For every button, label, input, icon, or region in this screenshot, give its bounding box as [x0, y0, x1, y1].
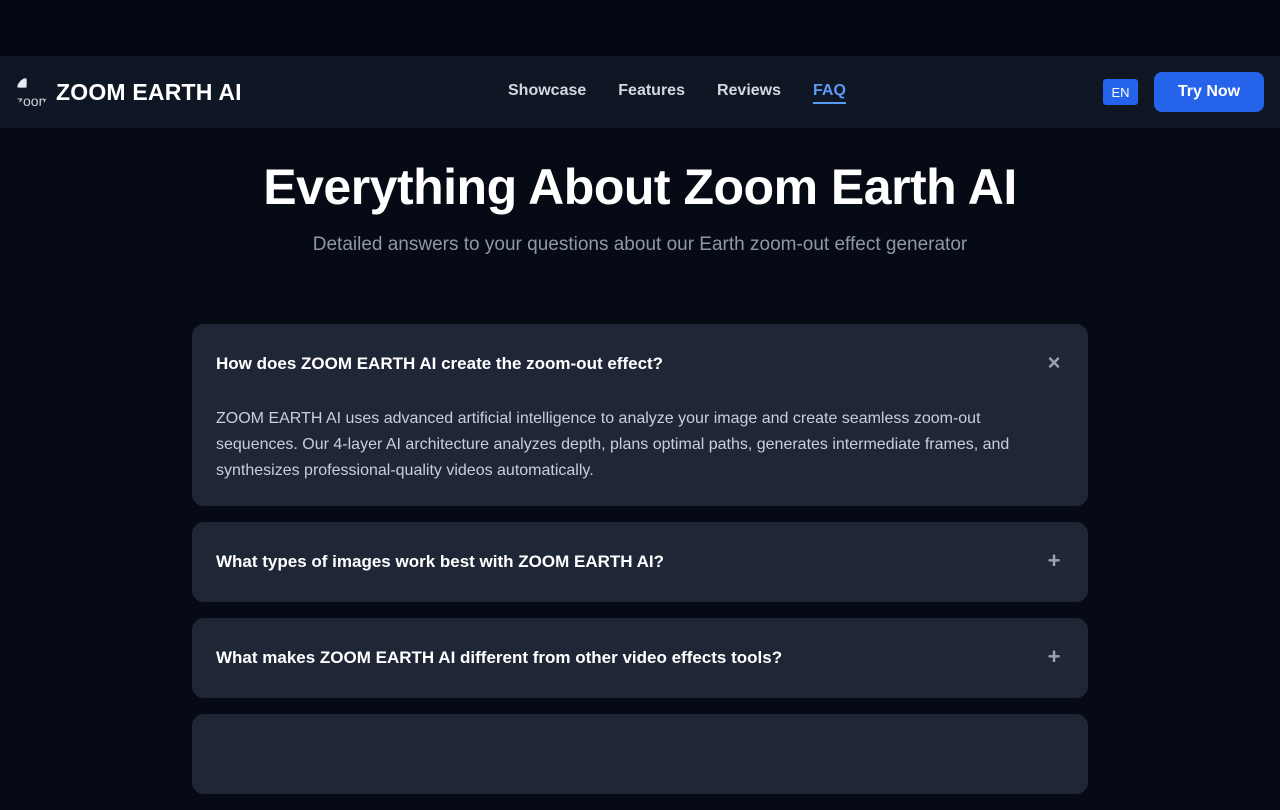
nav-link-showcase[interactable]: Showcase: [508, 82, 586, 102]
plus-icon[interactable]: +: [1046, 550, 1062, 572]
logo-image: zoom: [16, 76, 48, 108]
close-icon[interactable]: ×: [1046, 352, 1062, 374]
faq-answer: ZOOM EARTH AI uses advanced artificial i…: [216, 410, 1010, 479]
faq-item[interactable]: How does ZOOM EARTH AI create the zoom-o…: [192, 324, 1088, 506]
faq-item-partial[interactable]: [192, 714, 1088, 794]
brand-name: ZOOM EARTH AI: [56, 78, 242, 105]
faq-question[interactable]: What types of images work best with ZOOM…: [216, 552, 664, 572]
nav-link-reviews[interactable]: Reviews: [717, 82, 781, 102]
plus-icon[interactable]: +: [1046, 646, 1062, 668]
nav-links: Showcase Features Reviews FAQ: [508, 56, 878, 128]
page-subtitle: Detailed answers to your questions about…: [312, 234, 968, 255]
page-title: Everything About Zoom Earth AI: [263, 159, 1017, 215]
faq-item[interactable]: What types of images work best with ZOOM…: [192, 522, 1088, 602]
language-button[interactable]: EN: [1103, 79, 1138, 105]
top-strip: [0, 0, 1280, 56]
logo-alt-text: zoom: [16, 93, 48, 108]
brand[interactable]: zoom ZOOM EARTH AI: [16, 56, 242, 128]
faq-question[interactable]: What makes ZOOM EARTH AI different from …: [216, 648, 782, 668]
nav-link-features[interactable]: Features: [618, 82, 685, 102]
broken-image-icon: [17, 78, 27, 88]
faq-question[interactable]: How does ZOOM EARTH AI create the zoom-o…: [216, 354, 663, 374]
faq-item[interactable]: What makes ZOOM EARTH AI different from …: [192, 618, 1088, 698]
nav-link-faq[interactable]: FAQ: [813, 82, 846, 104]
navbar: zoom ZOOM EARTH AI Showcase Features Rev…: [0, 56, 1280, 128]
try-now-button[interactable]: Try Now: [1154, 72, 1264, 112]
faq-list: How does ZOOM EARTH AI create the zoom-o…: [192, 324, 1088, 810]
